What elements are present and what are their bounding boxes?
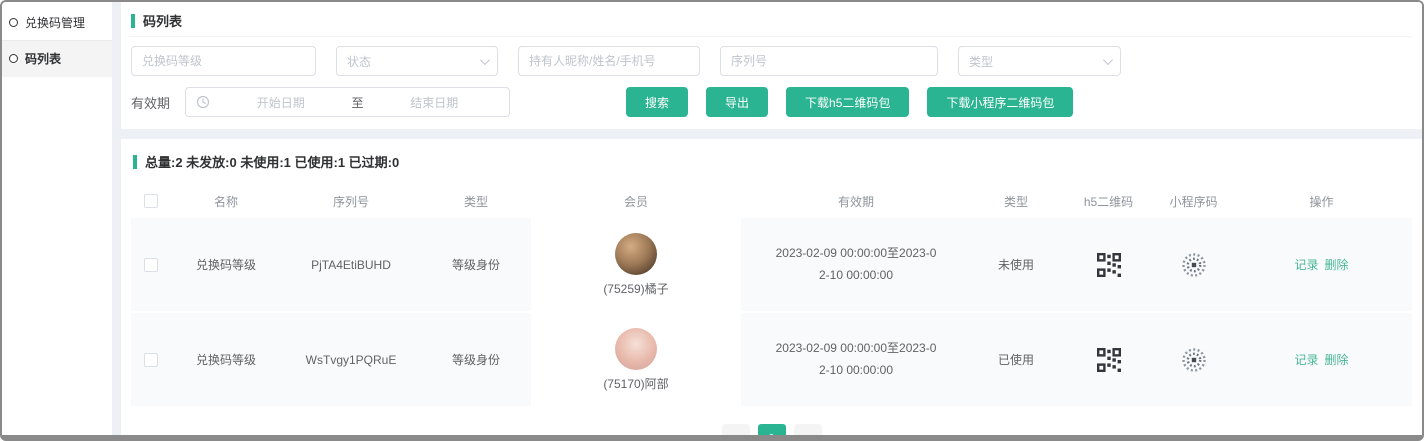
header-type: 类型 xyxy=(421,193,531,210)
type-select-placeholder: 类型 xyxy=(969,53,993,70)
sidebar: 兑换码管理 码列表 xyxy=(2,2,112,435)
miniprogram-code-icon[interactable] xyxy=(1181,347,1207,373)
h5-qr-code-icon[interactable] xyxy=(1097,348,1121,372)
header-name: 名称 xyxy=(171,193,281,210)
circle-bullet-icon xyxy=(9,18,18,27)
header-h5-qr: h5二维码 xyxy=(1061,193,1156,210)
miniprogram-code-icon[interactable] xyxy=(1181,252,1207,278)
holder-input[interactable] xyxy=(518,46,700,76)
record-link[interactable]: 记录 xyxy=(1294,256,1318,273)
cell-status: 未使用 xyxy=(971,218,1061,311)
summary-row: 总量:2 未发放:0 未使用:1 已使用:1 已过期:0 xyxy=(133,152,1412,171)
sidebar-item-code-management[interactable]: 兑换码管理 xyxy=(2,5,112,41)
row-checkbox[interactable] xyxy=(144,353,158,367)
avatar xyxy=(615,328,657,370)
next-page-button[interactable]: › xyxy=(794,424,822,441)
cell-serial: WsTvgy1PQRuE xyxy=(281,313,421,406)
app-window: 兑换码管理 码列表 码列表 状态 类型 xyxy=(0,0,1424,441)
table-header-row: 名称 序列号 类型 会员 有效期 类型 h5二维码 小程序码 操作 xyxy=(131,184,1412,218)
panel-title-row: 码列表 xyxy=(129,9,1412,37)
pagination: ‹ 1 › xyxy=(131,408,1412,441)
chevron-down-icon xyxy=(1103,55,1113,65)
search-button[interactable]: 搜索 xyxy=(626,87,688,117)
filter-panel: 码列表 状态 类型 有效期 xyxy=(121,2,1422,129)
cell-validity: 2023-02-09 00:00:00至2023-02-10 00:00:00 xyxy=(741,218,971,311)
table-panel: 总量:2 未发放:0 未使用:1 已使用:1 已过期:0 名称 序列号 类型 会… xyxy=(121,139,1422,441)
cell-name: 兑换码等级 xyxy=(171,218,281,311)
header-member: 会员 xyxy=(531,193,741,210)
page-title: 码列表 xyxy=(143,11,182,30)
cell-serial: PjTA4EtiBUHD xyxy=(281,218,421,311)
member-name: (75170)阿部 xyxy=(603,375,668,392)
cell-status: 已使用 xyxy=(971,313,1061,406)
delete-link[interactable]: 删除 xyxy=(1325,351,1349,368)
serial-input[interactable] xyxy=(720,46,938,76)
filter-buttons: 搜索 导出 下载h5二维码包 下载小程序二维码包 xyxy=(626,87,1073,117)
current-page-button[interactable]: 1 xyxy=(758,424,786,441)
avatar xyxy=(615,233,657,275)
header-actions: 操作 xyxy=(1231,193,1412,210)
download-h5-qr-button[interactable]: 下载h5二维码包 xyxy=(786,87,909,117)
chevron-down-icon xyxy=(480,55,490,65)
select-all-checkbox[interactable] xyxy=(144,194,158,208)
codes-table: 名称 序列号 类型 会员 有效期 类型 h5二维码 小程序码 操作 兑换码等级 … xyxy=(131,184,1412,408)
record-link[interactable]: 记录 xyxy=(1294,351,1318,368)
date-range-separator: 至 xyxy=(352,94,364,111)
sidebar-item-code-list[interactable]: 码列表 xyxy=(2,41,112,77)
header-status: 类型 xyxy=(971,193,1061,210)
sidebar-item-label: 兑换码管理 xyxy=(25,14,85,31)
summary-accent-bar xyxy=(133,155,137,169)
cell-member: (75259)橘子 xyxy=(531,218,741,311)
cell-member: (75170)阿部 xyxy=(531,313,741,406)
sidebar-divider xyxy=(112,2,121,435)
summary-stats: 总量:2 未发放:0 未使用:1 已使用:1 已过期:0 xyxy=(145,152,399,171)
code-level-input[interactable] xyxy=(131,46,316,76)
end-date-placeholder: 结束日期 xyxy=(370,94,500,111)
export-button[interactable]: 导出 xyxy=(706,87,768,117)
cell-actions: 记录 删除 xyxy=(1231,218,1412,311)
filter-row-1: 状态 类型 xyxy=(131,46,1412,76)
header-mini-qr: 小程序码 xyxy=(1156,193,1231,210)
header-validity: 有效期 xyxy=(741,193,971,210)
status-select[interactable]: 状态 xyxy=(336,46,498,76)
date-range-picker[interactable]: 开始日期 至 结束日期 xyxy=(185,87,510,117)
cell-type: 等级身份 xyxy=(421,313,531,406)
status-select-placeholder: 状态 xyxy=(347,53,371,70)
table-row: 兑换码等级 WsTvgy1PQRuE 等级身份 (75170)阿部 2023-0… xyxy=(131,313,1412,408)
section-divider xyxy=(121,129,1422,139)
member-name: (75259)橘子 xyxy=(603,280,668,297)
delete-link[interactable]: 删除 xyxy=(1325,256,1349,273)
h5-qr-code-icon[interactable] xyxy=(1097,253,1121,277)
start-date-placeholder: 开始日期 xyxy=(216,94,346,111)
download-miniprogram-qr-button[interactable]: 下载小程序二维码包 xyxy=(927,87,1073,117)
clock-icon xyxy=(196,95,210,109)
main-content: 码列表 状态 类型 有效期 xyxy=(121,2,1422,435)
cell-actions: 记录 删除 xyxy=(1231,313,1412,406)
cell-validity: 2023-02-09 00:00:00至2023-02-10 00:00:00 xyxy=(741,313,971,406)
type-select[interactable]: 类型 xyxy=(958,46,1121,76)
circle-bullet-icon xyxy=(9,54,18,63)
table-row: 兑换码等级 PjTA4EtiBUHD 等级身份 (75259)橘子 2023-0… xyxy=(131,218,1412,313)
validity-label: 有效期 xyxy=(131,93,170,112)
filter-row-2: 有效期 开始日期 至 结束日期 搜索 导出 下载h5二维码包 下载小程序二维码包 xyxy=(131,87,1412,117)
cell-name: 兑换码等级 xyxy=(171,313,281,406)
header-serial: 序列号 xyxy=(281,193,421,210)
sidebar-item-label: 码列表 xyxy=(25,50,61,67)
prev-page-button[interactable]: ‹ xyxy=(722,424,750,441)
row-checkbox[interactable] xyxy=(144,258,158,272)
cell-type: 等级身份 xyxy=(421,218,531,311)
title-accent-bar xyxy=(131,14,135,28)
